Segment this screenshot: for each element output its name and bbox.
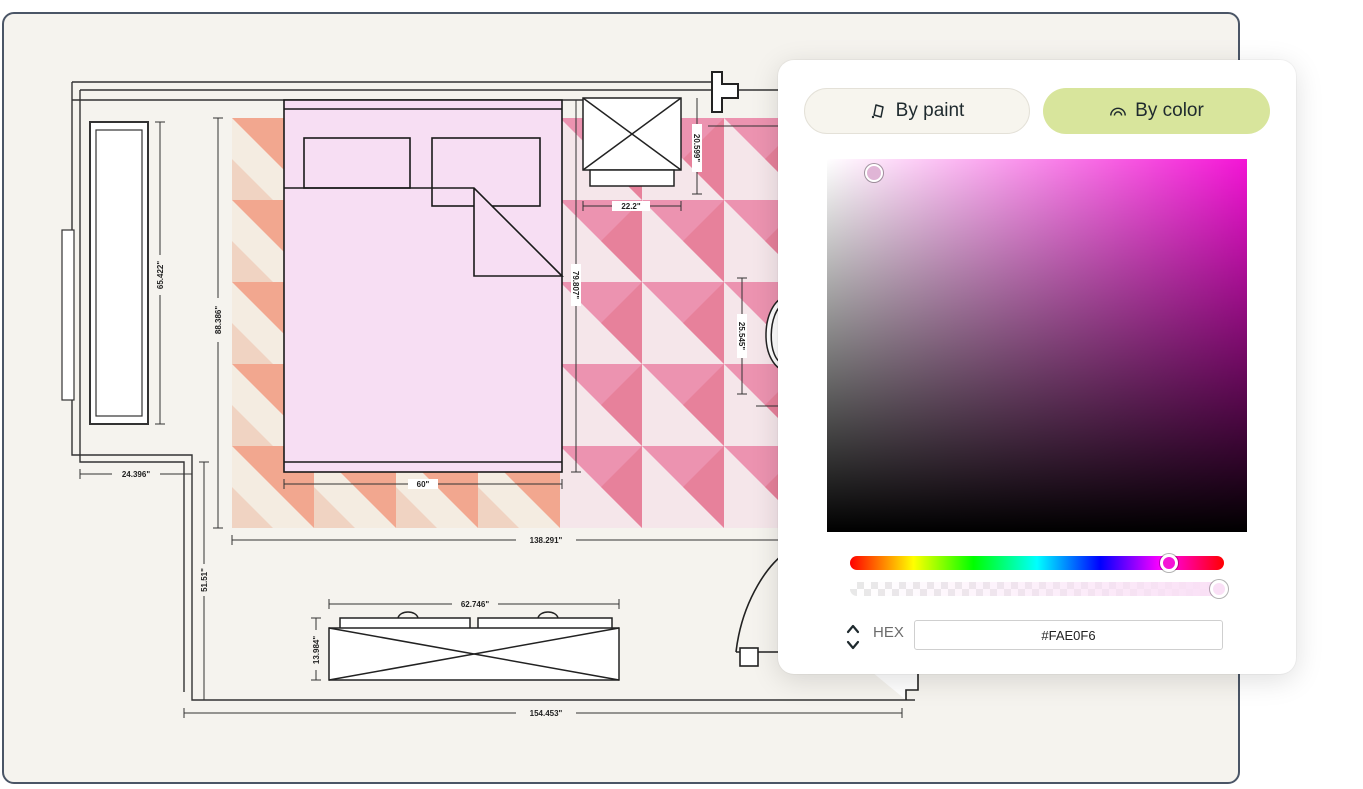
door-top [711, 71, 739, 113]
dim-wall-left-width: 24.396" [122, 470, 150, 479]
dim-chair-depth: 25.545" [737, 322, 746, 350]
hex-input[interactable] [914, 620, 1223, 650]
rainbow-icon [1110, 107, 1127, 116]
dim-nightstand-width: 22.2" [621, 202, 641, 211]
saturation-value-area[interactable] [827, 159, 1247, 532]
hue-slider-handle[interactable] [1160, 554, 1178, 572]
paint-can-icon [871, 104, 884, 119]
hex-label: HEX [873, 624, 904, 641]
color-picker-panel: By paint By color HEX [778, 60, 1296, 674]
dim-rug-height: 88.386" [214, 306, 223, 334]
alpha-slider[interactable] [850, 582, 1224, 596]
dim-wall-lower-left: 51.51" [200, 568, 209, 592]
format-toggle-icon[interactable] [846, 621, 860, 653]
dim-dresser-depth: 13.984" [312, 636, 321, 664]
dim-nightstand-depth: 20.599" [692, 134, 701, 162]
dim-bed-width: 60" [417, 480, 430, 489]
dresser [328, 611, 620, 681]
saturation-value-handle[interactable] [865, 164, 883, 182]
dim-rug-width: 138.291" [530, 536, 563, 545]
alpha-slider-handle[interactable] [1210, 580, 1228, 598]
dim-bed-length: 79.807" [571, 271, 580, 299]
by-color-tab[interactable]: By color [1043, 88, 1270, 134]
by-paint-label: By paint [895, 100, 965, 121]
dim-room-width: 154.453" [530, 709, 563, 718]
window [61, 121, 149, 425]
bed [283, 99, 564, 473]
dim-dresser-width: 62.746" [461, 600, 489, 609]
dim-window-length: 65.422" [156, 261, 165, 289]
nightstand [582, 97, 682, 187]
by-paint-tab[interactable]: By paint [804, 88, 1030, 134]
by-color-label: By color [1135, 100, 1204, 121]
